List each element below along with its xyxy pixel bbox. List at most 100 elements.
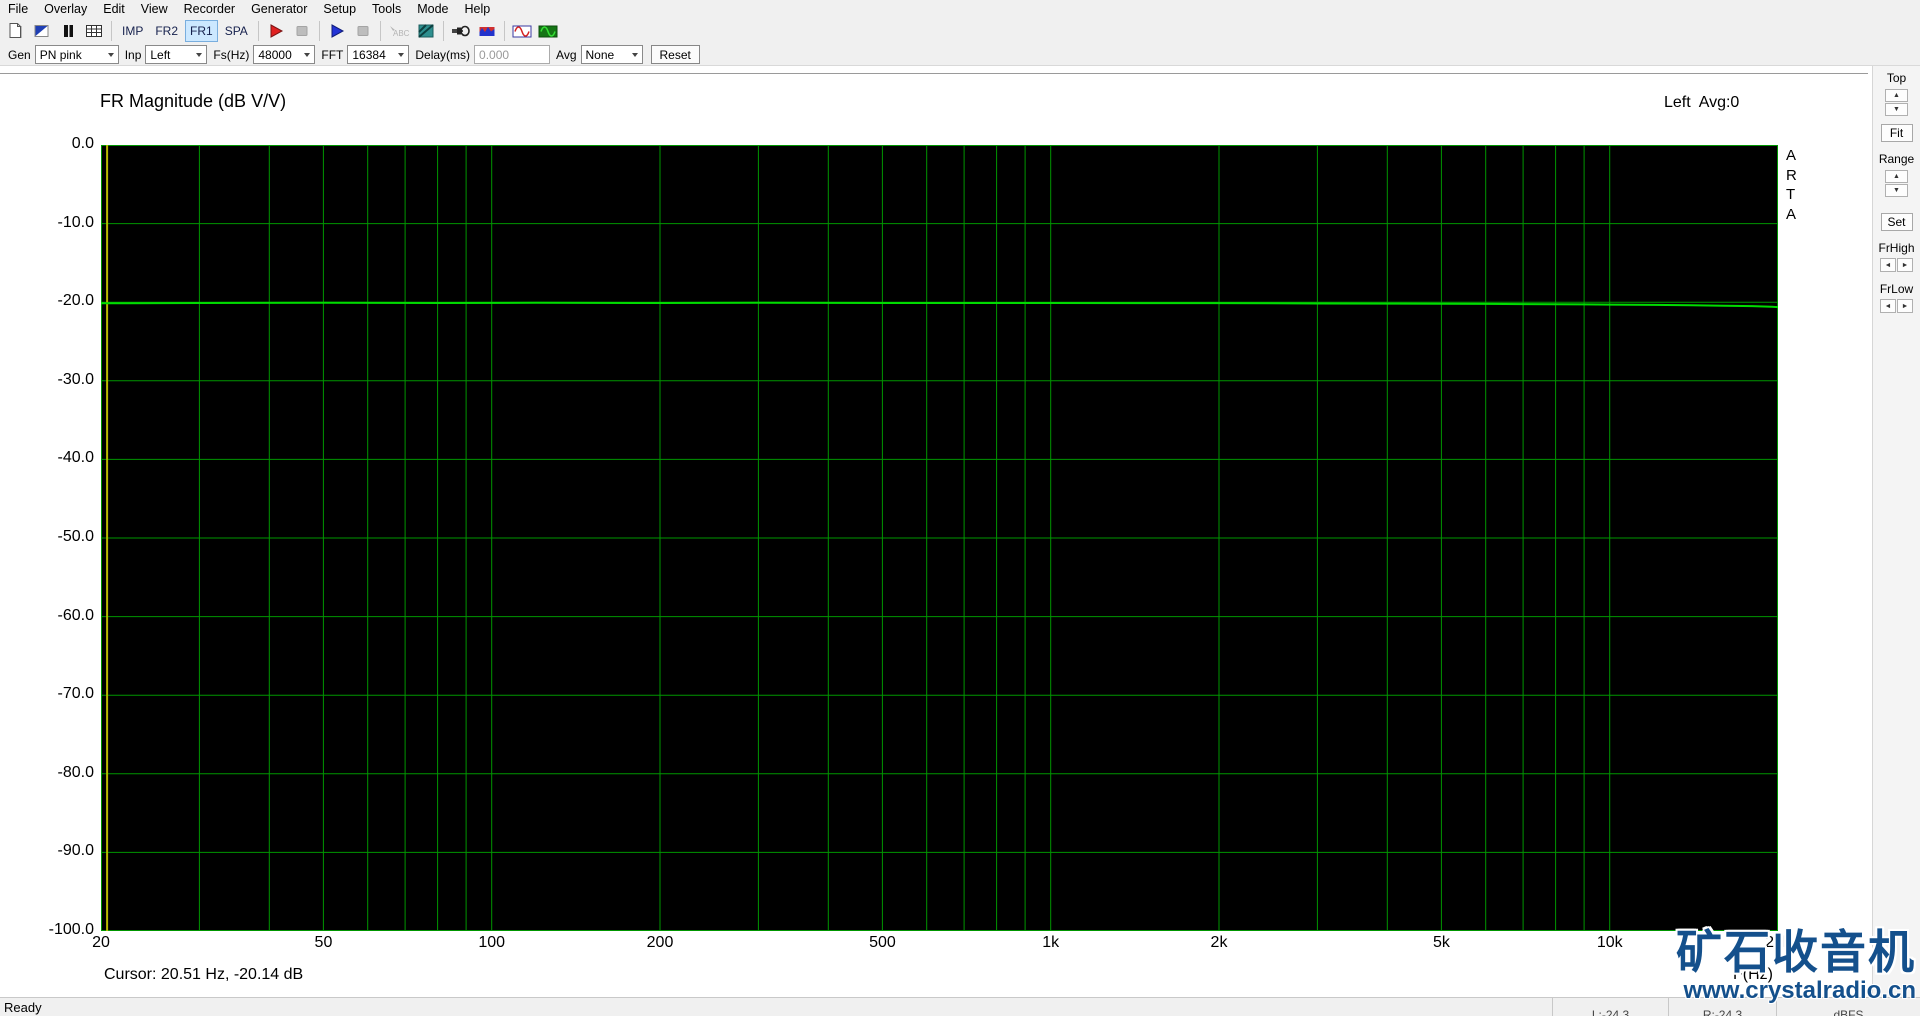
menu-generator[interactable]: Generator bbox=[243, 1, 315, 17]
menu-view[interactable]: View bbox=[133, 1, 176, 17]
plug-icon bbox=[451, 25, 470, 37]
reset-button[interactable]: Reset bbox=[650, 45, 700, 64]
gen-select-value: PN pink bbox=[39, 47, 82, 62]
imp-mode-button[interactable]: IMP bbox=[117, 20, 148, 42]
menu-mode[interactable]: Mode bbox=[409, 1, 456, 17]
frhigh-spinner-right-button[interactable]: ► bbox=[1897, 258, 1913, 272]
top-spinner: ▲ ▼ bbox=[1885, 89, 1908, 116]
generator-setup-button[interactable] bbox=[510, 20, 534, 42]
x-axis-name: F(Hz) bbox=[1733, 966, 1773, 983]
chevron-down-icon bbox=[196, 52, 203, 57]
y-axis-tick-labels: 0.0 -10.0 -20.0 -30.0 -40.0 -50.0 -60.0 -70.0 -8… bbox=[0, 66, 94, 997]
overlay-button[interactable] bbox=[30, 20, 54, 42]
panel-label-frhigh: FrHigh bbox=[1878, 241, 1915, 255]
record-icon bbox=[270, 24, 283, 38]
chart-window: FR Magnitude (dB V/V) Left Avg:0 0.0 -10.… bbox=[0, 66, 1868, 997]
status-pane-text: dBFS bbox=[1833, 1008, 1864, 1016]
play-stop-button bbox=[351, 20, 375, 42]
toolbar-separator bbox=[257, 21, 259, 41]
avg-select[interactable]: None bbox=[580, 45, 643, 64]
chevron-down-icon bbox=[631, 52, 638, 57]
side-text-letter: A bbox=[1786, 205, 1797, 223]
toolbar-separator bbox=[111, 21, 112, 41]
status-pane-0: L:-24.3 bbox=[1552, 998, 1668, 1016]
arta-side-text: ARTA bbox=[1786, 146, 1797, 224]
menu-help[interactable]: Help bbox=[457, 1, 499, 17]
y-tick-label: -10.0 bbox=[57, 213, 94, 231]
x-axis-tick-labels: 20 50 100 200 500 1k 2k 5k 10k 20k bbox=[92, 934, 1791, 954]
bars-icon bbox=[64, 25, 73, 37]
abc-icon: ABC bbox=[389, 26, 410, 38]
y-tick-label: -50.0 bbox=[57, 528, 94, 545]
menu-setup[interactable]: Setup bbox=[315, 1, 364, 17]
x-tick-label: 20k bbox=[1765, 934, 1791, 951]
record-button[interactable] bbox=[264, 20, 288, 42]
toolbar-main: IMP FR2 FR1 SPA ABC bbox=[0, 18, 1920, 44]
bar-view-button[interactable] bbox=[56, 20, 80, 42]
audio-device-button[interactable] bbox=[449, 20, 473, 42]
panel-label-range: Range bbox=[1878, 152, 1915, 166]
fs-select[interactable]: 48000 bbox=[253, 45, 316, 64]
spa-mode-button[interactable]: SPA bbox=[220, 20, 253, 42]
avg-select-label: Avg bbox=[556, 47, 577, 62]
menu-overlay[interactable]: Overlay bbox=[36, 1, 95, 17]
input-select-label: Inp bbox=[124, 47, 142, 62]
play-button[interactable] bbox=[325, 20, 349, 42]
new-button[interactable] bbox=[4, 20, 28, 42]
status-pane-2: dBFS bbox=[1776, 998, 1920, 1016]
frhigh-spinner-left-button[interactable]: ◄ bbox=[1880, 258, 1896, 272]
frlow-spinner-left-button[interactable]: ◄ bbox=[1880, 299, 1896, 313]
range-spinner: ▲ ▼ bbox=[1885, 170, 1908, 197]
y-tick-label: -20.0 bbox=[57, 292, 94, 310]
fft-select[interactable]: 16384 bbox=[347, 45, 410, 64]
sine-green-icon bbox=[538, 25, 558, 38]
chart-title: FR Magnitude (dB V/V) bbox=[100, 91, 287, 111]
fit-button[interactable]: Fit bbox=[1880, 124, 1913, 142]
input-select[interactable]: Left bbox=[145, 45, 208, 64]
panel-label-top: Top bbox=[1886, 71, 1907, 85]
menu-tools[interactable]: Tools bbox=[364, 1, 409, 17]
frlow-spinner-right-button[interactable]: ► bbox=[1897, 299, 1913, 313]
wave-icon bbox=[479, 27, 495, 36]
top-spinner-down-button[interactable]: ▼ bbox=[1885, 103, 1908, 116]
x-tick-label: 200 bbox=[646, 934, 674, 951]
menu-edit[interactable]: Edit bbox=[95, 1, 133, 17]
fr1-mode-button[interactable]: FR1 bbox=[185, 20, 218, 42]
range-spinner-up-button[interactable]: ▲ bbox=[1885, 170, 1908, 183]
fr2-mode-button[interactable]: FR2 bbox=[150, 20, 183, 42]
chevron-down-icon bbox=[304, 52, 311, 57]
svg-text:ABC: ABC bbox=[393, 29, 410, 38]
fs-select-label: Fs(Hz) bbox=[213, 47, 250, 62]
graph-settings-panel: Top ▲ ▼ Fit Range ▲ ▼ Set FrHigh ◄ ► FrLow ◄ ► bbox=[1872, 66, 1920, 997]
top-spinner-up-button[interactable]: ▲ bbox=[1885, 89, 1908, 102]
generator-start-button[interactable] bbox=[536, 20, 560, 42]
y-tick-label: 0.0 bbox=[71, 135, 94, 152]
fft-select-label: FFT bbox=[321, 47, 344, 62]
chevron-down-icon bbox=[107, 52, 114, 57]
menu-file[interactable]: File bbox=[0, 1, 36, 17]
gen-select[interactable]: PN pink bbox=[34, 45, 119, 64]
stop-icon bbox=[357, 26, 369, 36]
x-tick-label: 2k bbox=[1210, 934, 1228, 951]
frlow-spinner: ◄ ► bbox=[1880, 299, 1913, 313]
status-ready-text: Ready bbox=[4, 1000, 42, 1015]
y-tick-label: -100.0 bbox=[48, 921, 94, 938]
status-pane-1: R:-24.3 bbox=[1668, 998, 1776, 1016]
range-spinner-down-button[interactable]: ▼ bbox=[1885, 184, 1908, 197]
status-pane-text: R:-24.3 bbox=[1702, 1008, 1743, 1016]
menu-recorder[interactable]: Recorder bbox=[176, 1, 243, 17]
gen-select-label: Gen bbox=[8, 47, 31, 62]
set-button[interactable]: Set bbox=[1880, 213, 1913, 231]
panel-label-frlow: FrLow bbox=[1879, 282, 1914, 296]
x-tick-label: 20 bbox=[92, 934, 110, 951]
table-view-button[interactable] bbox=[82, 20, 106, 42]
calibrate-button: ABC bbox=[386, 20, 412, 42]
delay-input[interactable]: 0.000 bbox=[474, 45, 551, 64]
input-select-value: Left bbox=[150, 47, 171, 62]
x-tick-label: 1k bbox=[1042, 934, 1060, 951]
color-scheme-button[interactable] bbox=[414, 20, 438, 42]
signal-record-button[interactable] bbox=[475, 20, 499, 42]
delay-input-label: Delay(ms) bbox=[415, 47, 471, 62]
fr-magnitude-plot[interactable] bbox=[101, 145, 1778, 931]
play-icon bbox=[331, 24, 344, 38]
